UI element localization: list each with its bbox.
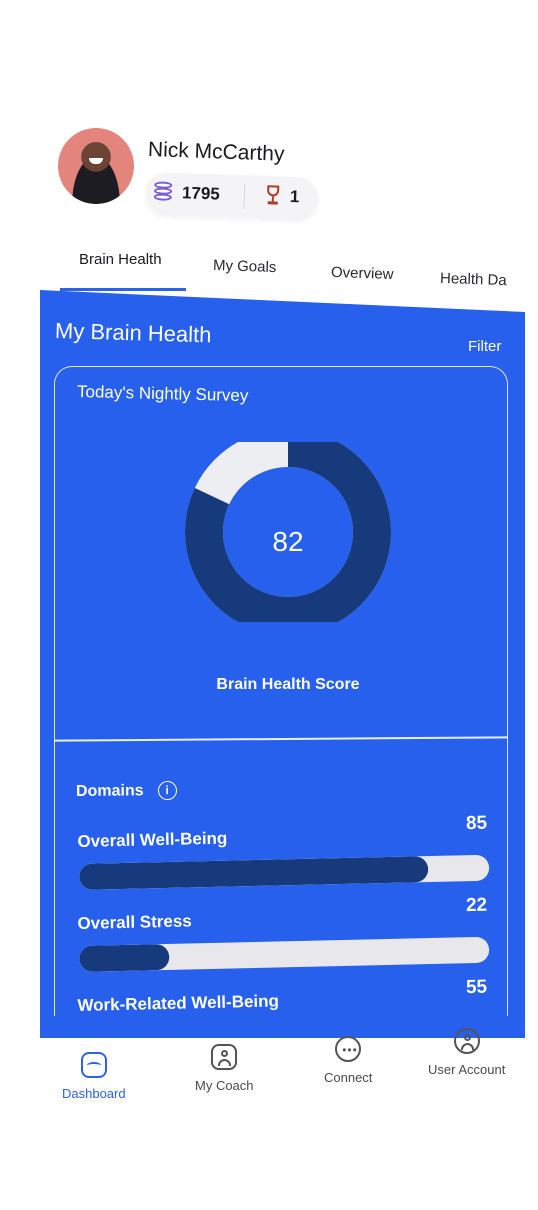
domains-title: Domains bbox=[75, 781, 144, 800]
nav-label: Dashboard bbox=[62, 1086, 126, 1101]
nav-label: My Coach bbox=[195, 1078, 254, 1093]
trophy-stat: 1 bbox=[264, 185, 300, 208]
active-tab-indicator bbox=[60, 288, 186, 291]
nav-connect[interactable]: ••• Connect bbox=[324, 1036, 372, 1085]
profile-header: Nick McCarthy 1795 1 bbox=[58, 128, 478, 220]
coins-stat: 1795 bbox=[153, 181, 221, 205]
tab-health-data[interactable]: Health Da bbox=[440, 270, 507, 289]
info-icon[interactable]: i bbox=[157, 780, 177, 801]
trophy-count: 1 bbox=[289, 187, 300, 207]
nav-label: User Account bbox=[428, 1062, 506, 1077]
score-donut: 82 bbox=[184, 429, 394, 635]
coach-icon bbox=[211, 1044, 238, 1070]
dashboard-icon bbox=[80, 1052, 107, 1078]
panel-title: My Brain Health bbox=[54, 318, 212, 348]
tab-overview[interactable]: Overview bbox=[331, 264, 394, 283]
coins-icon bbox=[153, 181, 175, 204]
chat-icon: ••• bbox=[335, 1036, 362, 1062]
trophy-icon bbox=[264, 185, 283, 208]
score-value: 82 bbox=[272, 526, 304, 557]
tab-bar: Brain Health My Goals Overview Health Da bbox=[60, 238, 538, 294]
domain-name: Overall Well-Being bbox=[77, 828, 228, 851]
stats-pill: 1795 1 bbox=[145, 172, 319, 220]
coins-count: 1795 bbox=[181, 183, 221, 204]
domains-header: Domains i bbox=[75, 780, 177, 801]
domain-name: Overall Stress bbox=[77, 911, 192, 933]
nav-dashboard[interactable]: Dashboard bbox=[62, 1052, 126, 1101]
domain-value: 85 bbox=[465, 812, 488, 835]
filter-button[interactable]: Filter bbox=[468, 338, 501, 355]
nav-label: Connect bbox=[324, 1070, 373, 1085]
domain-bar-fill bbox=[78, 943, 170, 972]
user-name: Nick McCarthy bbox=[147, 138, 285, 166]
tab-brain-health[interactable]: Brain Health bbox=[79, 251, 162, 268]
tab-my-goals[interactable]: My Goals bbox=[213, 257, 277, 276]
avatar[interactable] bbox=[58, 128, 134, 204]
user-account-icon bbox=[453, 1028, 480, 1054]
stats-divider bbox=[243, 183, 246, 210]
domain-value: 55 bbox=[465, 976, 488, 999]
bottom-nav: Dashboard My Coach ••• Connect User Acco… bbox=[40, 1028, 538, 1136]
nav-my-coach[interactable]: My Coach bbox=[195, 1044, 254, 1093]
score-label: Brain Health Score bbox=[216, 676, 360, 693]
domain-value: 22 bbox=[465, 894, 488, 917]
nav-user-account[interactable]: User Account bbox=[428, 1028, 505, 1077]
survey-title: Today's Nightly Survey bbox=[76, 382, 249, 406]
